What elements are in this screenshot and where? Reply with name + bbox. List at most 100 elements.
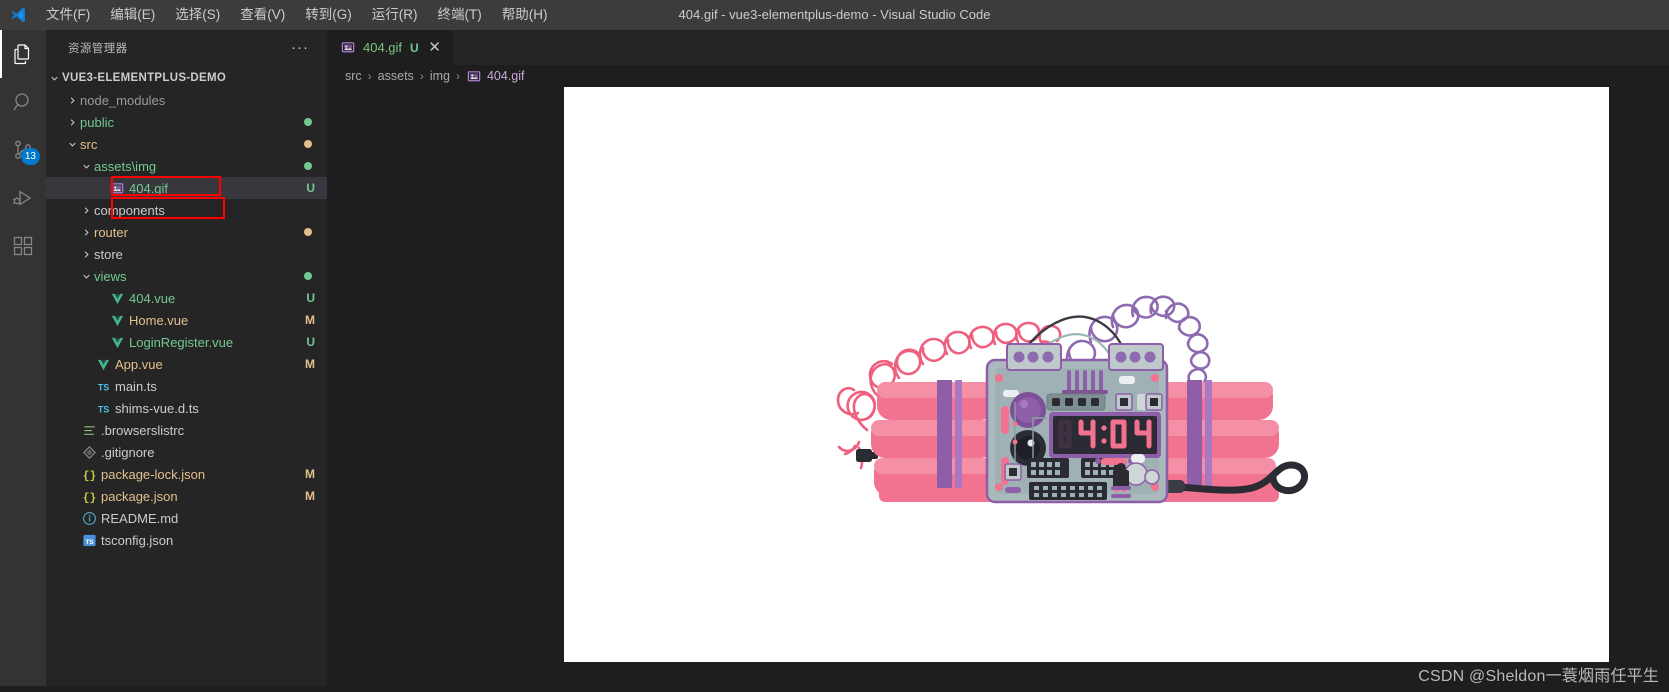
- tree-item-label: src: [80, 136, 98, 152]
- source-control-badge: 13: [20, 148, 40, 165]
- git-status-badge: M: [305, 357, 315, 371]
- tree-item-label: tsconfig.json: [101, 532, 174, 548]
- tree-item-tsconfig-json[interactable]: TS tsconfig.json: [46, 529, 327, 551]
- tree-item--browserslistrc[interactable]: .browserslistrc: [46, 419, 327, 441]
- json-file-icon: {}: [80, 489, 98, 503]
- tree-item-public[interactable]: public: [46, 111, 327, 133]
- menu-bar[interactable]: 文件(F) 编辑(E) 选择(S) 查看(V) 转到(G) 运行(R) 终端(T…: [36, 0, 558, 30]
- git-status-badge: U: [306, 291, 315, 305]
- tree-root-label: VUE3-ELEMENTPLUS-DEMO: [62, 72, 227, 84]
- tab-404-gif[interactable]: 404.gif U ✕: [327, 30, 454, 65]
- menu-selection[interactable]: 选择(S): [165, 0, 230, 30]
- json-file-icon: {}: [80, 467, 98, 481]
- tree-item-404-vue[interactable]: 404.vue U: [46, 287, 327, 309]
- tree-item-label: README.md: [101, 510, 179, 526]
- close-icon[interactable]: ✕: [427, 40, 443, 55]
- svg-text:{}: {}: [82, 492, 96, 503]
- tree-item-shims-vue-d-ts[interactable]: TS shims-vue.d.ts: [46, 397, 327, 419]
- tree-item--gitignore[interactable]: .gitignore: [46, 441, 327, 463]
- menu-edit[interactable]: 编辑(E): [100, 0, 165, 30]
- tree-item-label: views: [94, 268, 127, 284]
- explorer-more-actions-icon[interactable]: ···: [291, 40, 309, 55]
- git-status-badge: U: [306, 181, 315, 195]
- explorer-title: 资源管理器: [68, 42, 128, 55]
- menu-help[interactable]: 帮助(H): [492, 0, 558, 30]
- activity-extensions-button[interactable]: [0, 222, 46, 270]
- tree-item-label: package-lock.json: [101, 466, 206, 482]
- activity-source-control-button[interactable]: 13: [0, 126, 46, 174]
- tree-item-label: LoginRegister.vue: [129, 334, 234, 350]
- svg-text:TS: TS: [97, 382, 108, 392]
- tree-item-label: App.vue: [115, 356, 163, 372]
- menu-go[interactable]: 转到(G): [295, 0, 362, 30]
- chevron-right-icon: [78, 199, 94, 221]
- tree-item-label: components: [94, 202, 165, 218]
- bomb-404-illustration: [819, 282, 1319, 532]
- vue-file-icon: [108, 335, 126, 350]
- tree-item-label: store: [94, 246, 123, 262]
- image-preview-canvas: [564, 87, 1609, 662]
- tree-item-package-json[interactable]: {} package.json M: [46, 485, 327, 507]
- tree-item-label: node_modules: [80, 92, 166, 108]
- activity-explorer-button[interactable]: [0, 30, 46, 78]
- dynamite-left: [871, 380, 995, 498]
- tree-item-home-vue[interactable]: Home.vue M: [46, 309, 327, 331]
- tree-item-app-vue[interactable]: App.vue M: [46, 353, 327, 375]
- tree-root-folder[interactable]: VUE3-ELEMENTPLUS-DEMO: [46, 67, 327, 89]
- activity-search-button[interactable]: [0, 78, 46, 126]
- image-file-icon: [339, 40, 357, 55]
- tree-item-assets-img[interactable]: assets\img: [46, 155, 327, 177]
- breadcrumb-item-assets[interactable]: assets: [378, 69, 414, 83]
- csdn-watermark: CSDN @Sheldon一蓑烟雨任平生: [1418, 668, 1659, 685]
- activity-run-debug-button[interactable]: [0, 174, 46, 222]
- tree-item-package-lock-json[interactable]: {} package-lock.json M: [46, 463, 327, 485]
- typescript-file-icon: TS: [94, 401, 112, 416]
- image-file-icon: [108, 181, 126, 196]
- tree-item-node_modules[interactable]: node_modules: [46, 89, 327, 111]
- chevron-down-icon: [78, 265, 94, 287]
- chevron-right-icon: [64, 111, 80, 133]
- vue-file-icon: [94, 357, 112, 372]
- git-status-badge: M: [305, 489, 315, 503]
- menu-run[interactable]: 运行(R): [362, 0, 428, 30]
- menu-view[interactable]: 查看(V): [230, 0, 295, 30]
- tree-item-loginregister-vue[interactable]: LoginRegister.vue U: [46, 331, 327, 353]
- vscode-logo-icon: [0, 0, 36, 30]
- tree-item-readme-md[interactable]: README.md: [46, 507, 327, 529]
- git-status-badge: M: [305, 467, 315, 481]
- chevron-right-icon: [64, 89, 80, 111]
- breadcrumb-item-img[interactable]: img: [430, 69, 450, 83]
- breadcrumb-item-404-gif[interactable]: 404.gif: [487, 69, 525, 83]
- tree-item-label: assets\img: [94, 158, 157, 174]
- git-status-dot: [304, 140, 312, 148]
- menu-file[interactable]: 文件(F): [36, 0, 100, 30]
- tree-item-router[interactable]: router: [46, 221, 327, 243]
- tree-item-src[interactable]: src: [46, 133, 327, 155]
- breadcrumb[interactable]: src › assets › img › 404.gif: [327, 65, 1669, 87]
- file-tree[interactable]: VUE3-ELEMENTPLUS-DEMO node_modulespublic…: [46, 65, 327, 551]
- activity-bar: 13: [0, 30, 46, 692]
- vue-file-icon: [108, 291, 126, 306]
- tree-item-store[interactable]: store: [46, 243, 327, 265]
- tree-item-404-gif[interactable]: 404.gif U: [46, 177, 327, 199]
- tree-item-main-ts[interactable]: TS main.ts: [46, 375, 327, 397]
- tree-item-label: router: [94, 224, 128, 240]
- svg-text:{}: {}: [82, 470, 96, 481]
- tree-item-label: .browserslistrc: [101, 422, 185, 438]
- editor-area: 404.gif U ✕ src › assets › img › 404.gif: [327, 30, 1669, 692]
- chevron-down-icon: [78, 155, 94, 177]
- tree-item-views[interactable]: views: [46, 265, 327, 287]
- vue-file-icon: [108, 313, 126, 328]
- tree-item-components[interactable]: components: [46, 199, 327, 221]
- chevron-right-icon: [78, 221, 94, 243]
- menu-terminal[interactable]: 终端(T): [428, 0, 492, 30]
- tree-item-label: .gitignore: [101, 444, 155, 460]
- breadcrumb-item-src[interactable]: src: [345, 69, 362, 83]
- breadcrumb-separator: ›: [455, 69, 460, 83]
